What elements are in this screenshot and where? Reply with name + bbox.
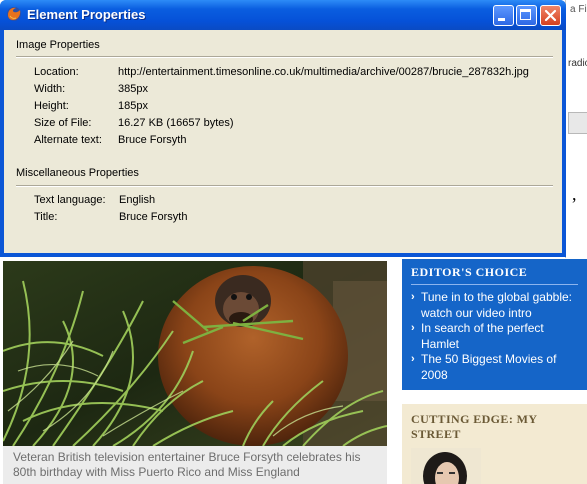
background-tab-snippet: a Fi [570,4,587,15]
text-language-value: English [119,194,156,206]
editors-choice-list: › Tune in to the global gabble: watch our… [411,290,578,383]
alternate-text-label: Alternate text: [34,134,102,146]
height-value: 185px [118,100,148,112]
chevron-right-icon: › [411,353,415,365]
text-language-label: Text language: [34,194,106,206]
editors-choice-link[interactable]: › The 50 Biggest Movies of 2008 [411,352,578,383]
section-divider [16,185,553,187]
photo-caption: Veteran British television entertainer B… [3,446,387,484]
background-page-edge: a Fi radio , [565,0,587,258]
width-value: 385px [118,83,148,95]
background-toolbar-box [568,112,587,134]
background-radio-snippet: radio [568,58,587,69]
editors-choice-link[interactable]: › Tune in to the global gabble: watch our… [411,290,578,321]
location-label: Location: [34,66,79,78]
cutting-edge-panel: CUTTING EDGE: MY STREET [402,404,587,484]
chevron-right-icon: › [411,322,415,334]
image-properties-heading: Image Properties [16,39,100,51]
background-text-snippet: , [572,184,577,204]
dialog-title: Element Properties [27,7,146,22]
maximize-button[interactable] [516,5,537,26]
misc-properties-heading: Miscellaneous Properties [16,167,139,179]
title-value: Bruce Forsyth [119,211,188,223]
title-label: Title: [34,211,58,223]
close-button[interactable] [540,5,561,26]
section-divider [16,56,553,58]
height-label: Height: [34,100,69,112]
location-value: http://entertainment.timesonline.co.uk/m… [118,66,529,78]
portrait-image [411,448,481,484]
file-size-label: Size of File: [34,117,92,129]
dialog-titlebar[interactable]: Element Properties [0,0,566,30]
editors-choice-panel: EDITOR'S CHOICE › Tune in to the global g… [402,259,587,390]
editors-choice-title: EDITOR'S CHOICE [411,265,578,285]
file-size-value: 16.27 KB (16657 bytes) [118,117,234,129]
dialog-body: Image Properties Location: http://entert… [4,30,562,253]
chevron-right-icon: › [411,291,415,303]
article-photo[interactable] [3,261,387,446]
alternate-text-value: Bruce Forsyth [118,134,187,146]
cutting-edge-title: CUTTING EDGE: MY STREET [411,412,537,441]
close-icon [544,9,557,22]
orangutan-photo-image [3,261,387,446]
element-properties-dialog: Element Properties Image Properties Loca… [0,0,566,257]
columnist-portrait[interactable] [411,448,481,484]
minimize-button[interactable] [493,5,514,26]
width-label: Width: [34,83,66,95]
firefox-icon [7,7,21,21]
editors-choice-link[interactable]: › In search of the perfect Hamlet [411,321,578,352]
